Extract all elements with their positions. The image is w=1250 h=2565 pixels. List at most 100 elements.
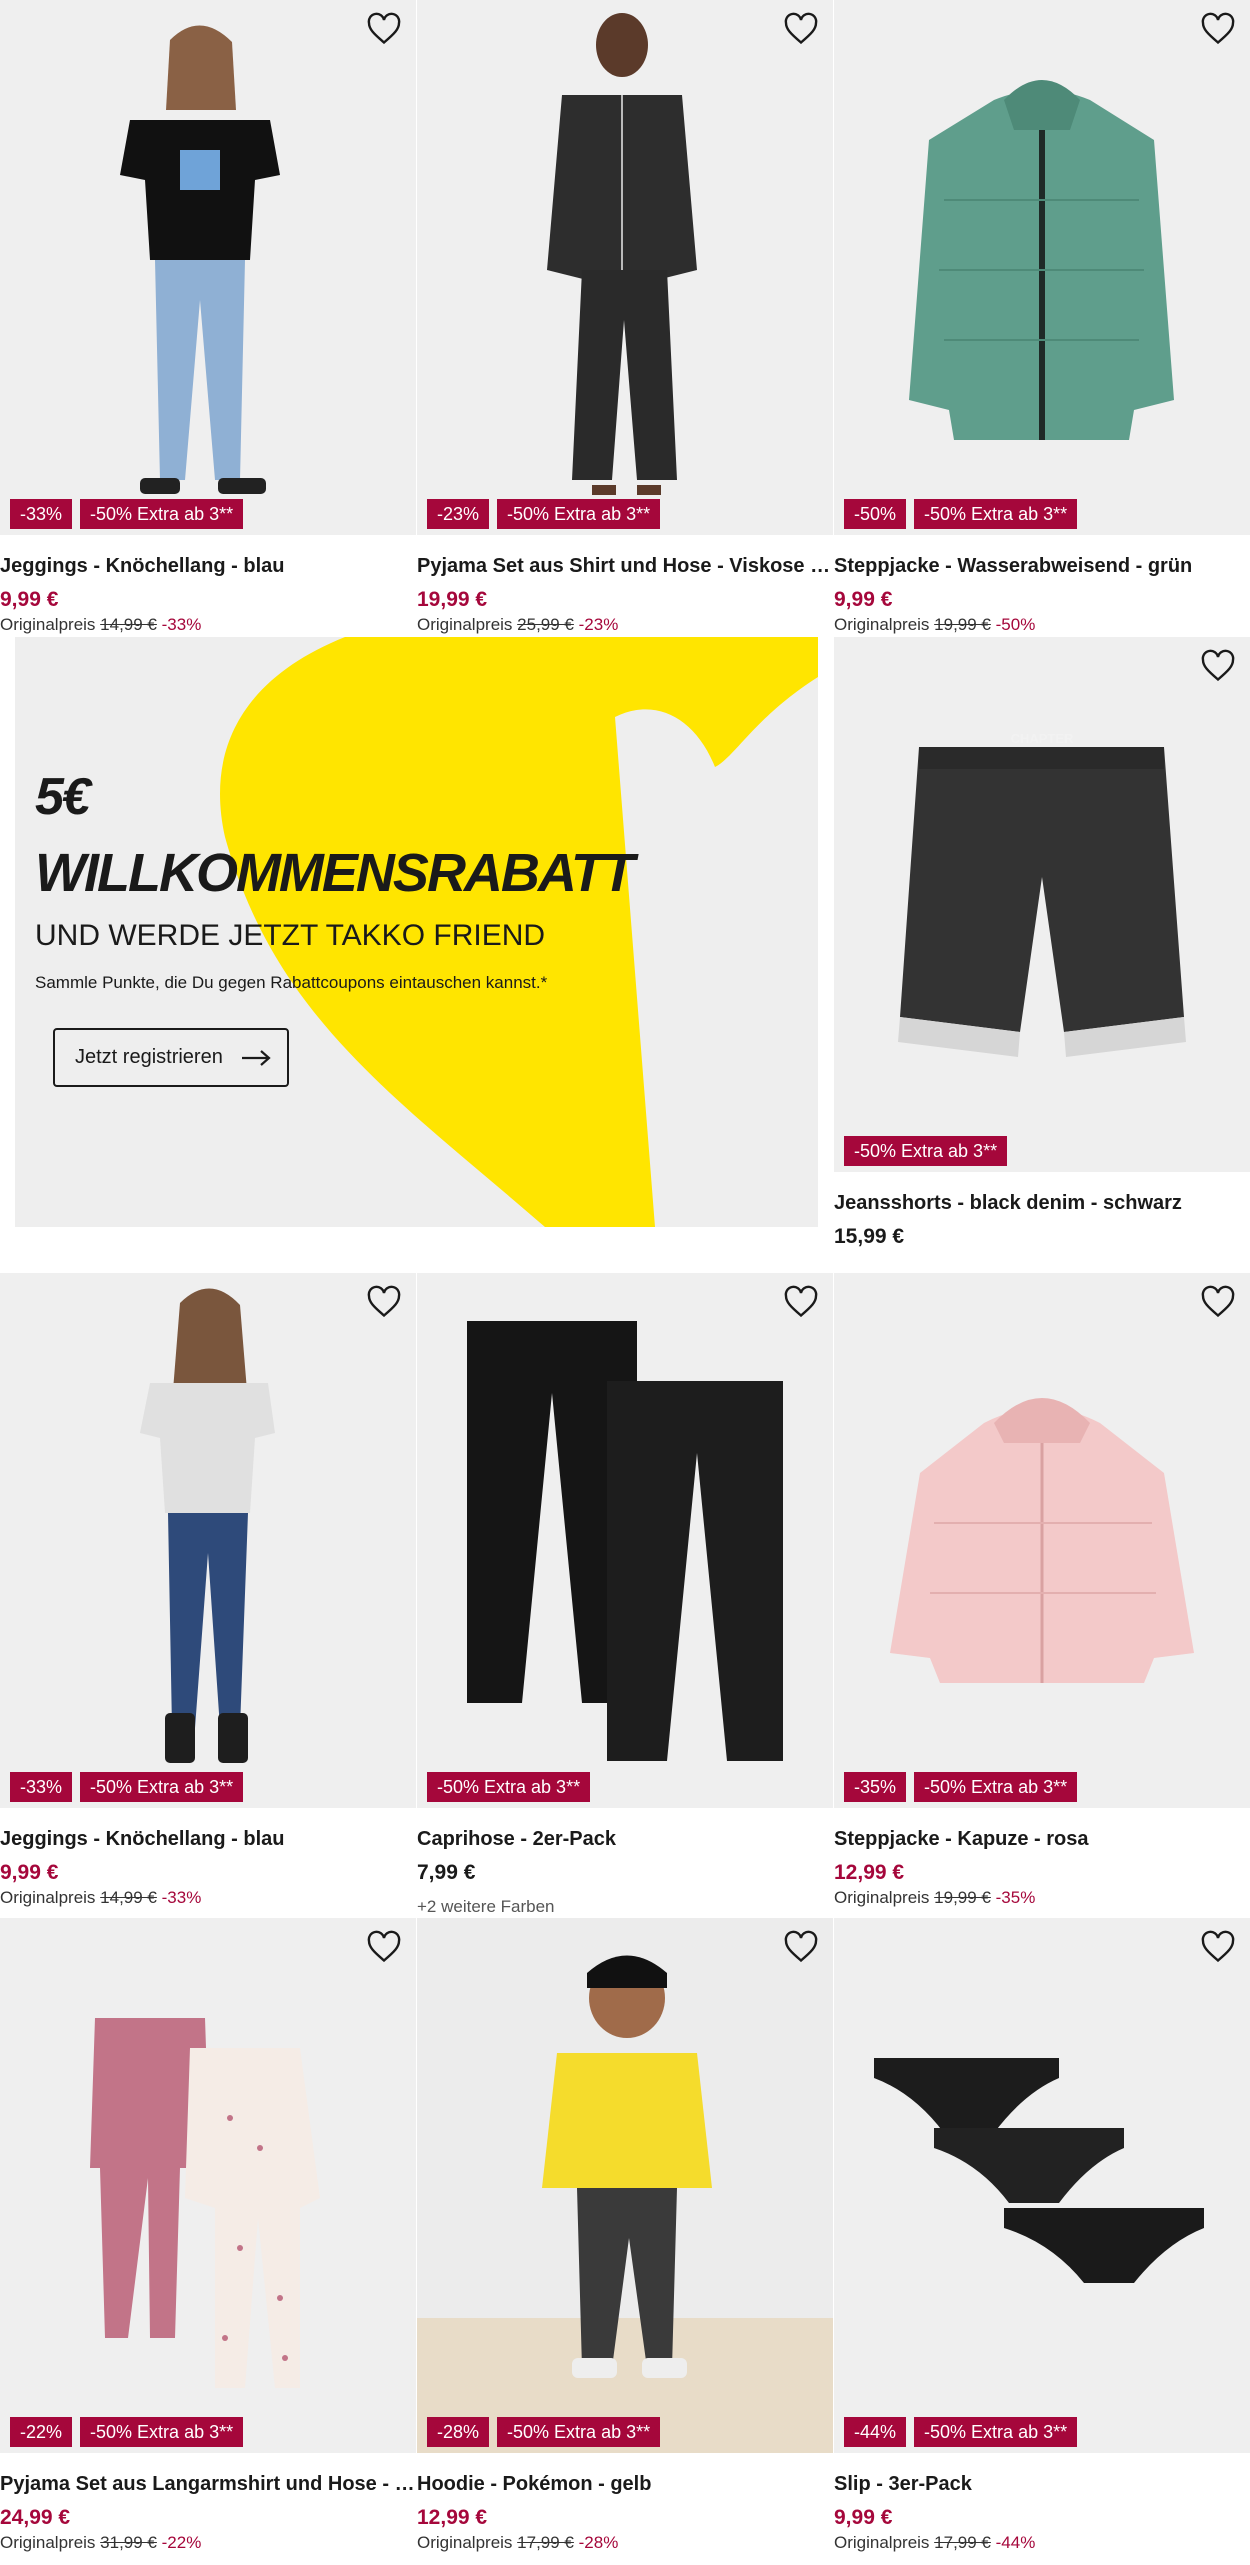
discount-badge: -33%: [10, 1772, 73, 1802]
badge-row: -33% -50% Extra ab 3**: [10, 499, 244, 529]
product-price: 24,99 €: [0, 2506, 71, 2529]
favorite-button[interactable]: [366, 1285, 402, 1319]
product-image[interactable]: -28% -50% Extra ab 3**: [417, 1918, 833, 2453]
product-title[interactable]: Hoodie - Pokémon - gelb: [417, 2473, 833, 2496]
favorite-button[interactable]: [783, 1930, 819, 1964]
original-price: Originalpreis 17,99 € -28%: [417, 2533, 833, 2553]
product-card[interactable]: -22% -50% Extra ab 3** Pyjama Set aus La…: [0, 1918, 416, 2553]
product-image[interactable]: CHAPTER -50% Extra ab 3**: [834, 637, 1250, 1172]
product-price: 19,99 €: [417, 588, 488, 611]
kid-yellow-pikachu-hoodie-illustration: [417, 1955, 833, 2453]
product-card[interactable]: -50% Extra ab 3** Caprihose - 2er-Pack 7…: [417, 1273, 833, 1917]
original-price-label: Originalpreis: [0, 1888, 96, 1907]
heart-outline-icon: [1201, 1285, 1235, 1318]
product-title[interactable]: Jeggings - Knöchellang - blau: [0, 1828, 416, 1851]
more-colors-link[interactable]: +2 weitere Farben: [417, 1897, 833, 1917]
original-price-label: Originalpreis: [834, 2533, 930, 2552]
extra-discount-badge: -50% Extra ab 3**: [427, 1772, 591, 1802]
product-price: 12,99 €: [834, 1861, 905, 1884]
product-card[interactable]: -35% -50% Extra ab 3** Steppjacke - Kapu…: [834, 1273, 1250, 1908]
discount-badge: -50%: [844, 499, 907, 529]
promo-description: Sammle Punkte, die Du gegen Rabattcoupon…: [35, 973, 548, 992]
badge-row: -22% -50% Extra ab 3**: [10, 2417, 244, 2447]
product-card[interactable]: -33% -50% Extra ab 3** Jeggings - Knöche…: [0, 0, 416, 635]
product-title[interactable]: Steppjacke - Kapuze - rosa: [834, 1828, 1250, 1851]
favorite-button[interactable]: [1200, 1285, 1236, 1319]
product-image[interactable]: -33% -50% Extra ab 3**: [0, 0, 416, 535]
product-card[interactable]: -44% -50% Extra ab 3** Slip - 3er-Pack 9…: [834, 1918, 1250, 2553]
product-card[interactable]: CHAPTER -50% Extra ab 3** Jeansshorts - …: [834, 637, 1250, 1249]
product-title[interactable]: Steppjacke - Wasserabweisend - grün: [834, 555, 1250, 578]
favorite-button[interactable]: [366, 1930, 402, 1964]
product-price: 9,99 €: [0, 588, 59, 611]
original-price-label: Originalpreis: [0, 2533, 96, 2552]
product-price: 9,99 €: [834, 588, 893, 611]
black-capri-2pack-illustration: [467, 1321, 783, 1761]
product-image[interactable]: -35% -50% Extra ab 3**: [834, 1273, 1250, 1808]
favorite-button[interactable]: [1200, 649, 1236, 683]
product-card[interactable]: -33% -50% Extra ab 3** Jeggings - Knöche…: [0, 1273, 416, 1908]
original-price: Originalpreis 25,99 € -23%: [417, 615, 833, 635]
original-price: Originalpreis 17,99 € -44%: [834, 2533, 1250, 2553]
product-image[interactable]: -50% -50% Extra ab 3**: [834, 0, 1250, 535]
original-price-value: 25,99 €: [517, 615, 574, 634]
original-price: Originalpreis 19,99 € -50%: [834, 615, 1250, 635]
favorite-button[interactable]: [366, 12, 402, 46]
badge-row: -50% Extra ab 3**: [427, 1772, 591, 1802]
badge-row: -50% Extra ab 3**: [844, 1136, 1008, 1166]
pink-puffer-jacket-illustration: [890, 1398, 1194, 1683]
heart-outline-icon: [784, 1930, 818, 1963]
original-price-value: 17,99 €: [517, 2533, 574, 2552]
heart-outline-icon: [1201, 1930, 1235, 1963]
heart-outline-icon: [1201, 12, 1235, 45]
heart-outline-icon: [784, 12, 818, 45]
extra-discount-badge: -50% Extra ab 3**: [80, 2417, 244, 2447]
product-image[interactable]: -23% -50% Extra ab 3**: [417, 0, 833, 535]
register-button-label: Jetzt registrieren: [75, 1046, 223, 1068]
extra-discount-badge: -50% Extra ab 3**: [80, 1772, 244, 1802]
product-title[interactable]: Pyjama Set aus Langarmshirt und Hose - 2…: [0, 2473, 416, 2496]
product-title[interactable]: Jeggings - Knöchellang - blau: [0, 555, 416, 578]
original-price: Originalpreis 14,99 € -33%: [0, 615, 416, 635]
extra-discount-badge: -50% Extra ab 3**: [914, 2417, 1078, 2447]
register-button[interactable]: Jetzt registrieren: [53, 1028, 289, 1087]
product-price: 9,99 €: [834, 2506, 893, 2529]
discount-badge: -33%: [10, 499, 73, 529]
product-image[interactable]: -50% Extra ab 3**: [417, 1273, 833, 1808]
discount-percent: -23%: [578, 615, 619, 634]
product-image[interactable]: -44% -50% Extra ab 3**: [834, 1918, 1250, 2453]
original-price: Originalpreis 31,99 € -22%: [0, 2533, 416, 2553]
favorite-button[interactable]: [1200, 1930, 1236, 1964]
product-card[interactable]: -50% -50% Extra ab 3** Steppjacke - Wass…: [834, 0, 1250, 635]
pink-floral-pyjama-set-illustration: [90, 2018, 320, 2388]
extra-discount-badge: -50% Extra ab 3**: [914, 1772, 1078, 1802]
original-price-label: Originalpreis: [0, 615, 96, 634]
original-price-value: 14,99 €: [100, 1888, 157, 1907]
product-image[interactable]: -33% -50% Extra ab 3**: [0, 1273, 416, 1808]
badge-row: -33% -50% Extra ab 3**: [10, 1772, 244, 1802]
heart-outline-icon: [367, 1930, 401, 1963]
promo-banner[interactable]: 5€ WILLKOMMENSRABATT UND WERDE JETZT TAK…: [15, 637, 818, 1227]
extra-discount-badge: -50% Extra ab 3**: [497, 499, 661, 529]
product-image[interactable]: -22% -50% Extra ab 3**: [0, 1918, 416, 2453]
product-title[interactable]: Slip - 3er-Pack: [834, 2473, 1250, 2496]
product-title[interactable]: Pyjama Set aus Shirt und Hose - Viskose …: [417, 555, 833, 578]
product-card[interactable]: -28% -50% Extra ab 3** Hoodie - Pokémon …: [417, 1918, 833, 2553]
original-price-value: 19,99 €: [934, 615, 991, 634]
favorite-button[interactable]: [783, 1285, 819, 1319]
product-price: 7,99 €: [417, 1861, 476, 1884]
favorite-button[interactable]: [1200, 12, 1236, 46]
product-title[interactable]: Caprihose - 2er-Pack: [417, 1828, 833, 1851]
product-title[interactable]: Jeansshorts - black denim - schwarz: [834, 1192, 1250, 1215]
product-card[interactable]: -23% -50% Extra ab 3** Pyjama Set aus Sh…: [417, 0, 833, 635]
favorite-button[interactable]: [783, 12, 819, 46]
original-price-label: Originalpreis: [834, 1888, 930, 1907]
heart-outline-icon: [367, 1285, 401, 1318]
original-price-value: 31,99 €: [100, 2533, 157, 2552]
black-denim-shorts-illustration: CHAPTER: [898, 731, 1186, 1057]
heart-outline-icon: [784, 1285, 818, 1318]
original-price: Originalpreis 14,99 € -33%: [0, 1888, 416, 1908]
green-puffer-jacket-illustration: [909, 80, 1174, 440]
discount-percent: -44%: [995, 2533, 1036, 2552]
original-price-value: 17,99 €: [934, 2533, 991, 2552]
